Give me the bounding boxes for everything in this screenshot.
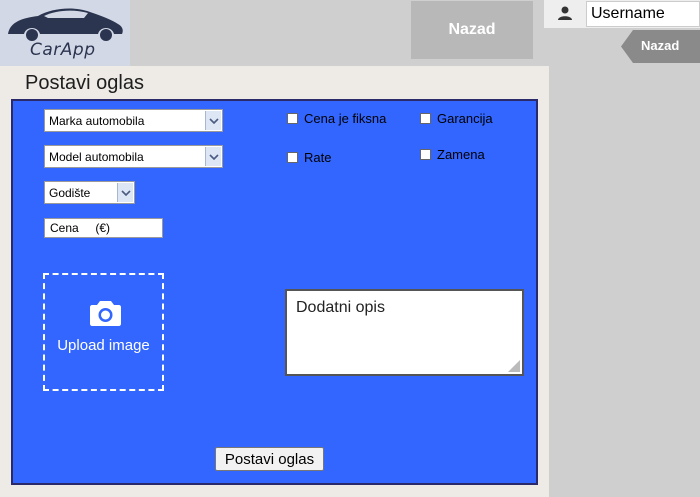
chevron-down-icon <box>205 111 221 130</box>
price-field[interactable]: Cena (€) <box>44 218 163 238</box>
checkbox-box[interactable] <box>420 113 431 124</box>
brand-select-value: Marka automobila <box>49 113 145 128</box>
warranty-checkbox[interactable]: Garancija <box>420 111 493 126</box>
logo-text: CarApp <box>30 40 96 60</box>
brand-select[interactable]: Marka automobila <box>44 109 223 132</box>
model-select-value: Model automobila <box>49 149 144 164</box>
year-select-value: Godište <box>49 185 91 200</box>
post-ad-button[interactable]: Postavi oglas <box>215 447 324 471</box>
exchange-checkbox[interactable]: Zamena <box>420 147 485 162</box>
resize-grip-icon[interactable] <box>508 360 520 372</box>
installments-label: Rate <box>304 150 332 165</box>
app-logo[interactable]: CarApp <box>0 0 130 66</box>
year-select[interactable]: Godište <box>44 181 135 204</box>
car-logo-icon <box>8 8 123 41</box>
chevron-down-icon <box>117 183 133 202</box>
checkbox-box[interactable] <box>420 149 431 160</box>
back-tag-button[interactable]: Nazad <box>621 30 700 63</box>
installments-checkbox[interactable]: Rate <box>287 150 331 165</box>
upload-image-area[interactable]: Upload image <box>43 273 164 391</box>
back-button[interactable]: Nazad <box>411 1 533 59</box>
chevron-down-icon <box>205 147 221 166</box>
upload-image-label: Upload image <box>57 337 150 354</box>
model-select[interactable]: Model automobila <box>44 145 223 168</box>
fixed-price-label: Cena je fiksna <box>304 111 387 126</box>
page-title: Postavi oglas <box>25 72 144 94</box>
description-textarea[interactable]: Dodatni opis <box>285 289 524 376</box>
checkbox-box[interactable] <box>287 113 298 124</box>
warranty-label: Garancija <box>437 111 493 126</box>
back-tag-label: Nazad <box>641 38 680 53</box>
username-field[interactable]: Username <box>586 1 700 27</box>
user-icon <box>558 6 572 20</box>
checkbox-box[interactable] <box>287 152 298 163</box>
exchange-label: Zamena <box>437 147 485 162</box>
fixed-price-checkbox[interactable]: Cena je fiksna <box>287 111 386 126</box>
camera-icon <box>90 301 121 326</box>
description-placeholder: Dodatni opis <box>296 299 385 316</box>
